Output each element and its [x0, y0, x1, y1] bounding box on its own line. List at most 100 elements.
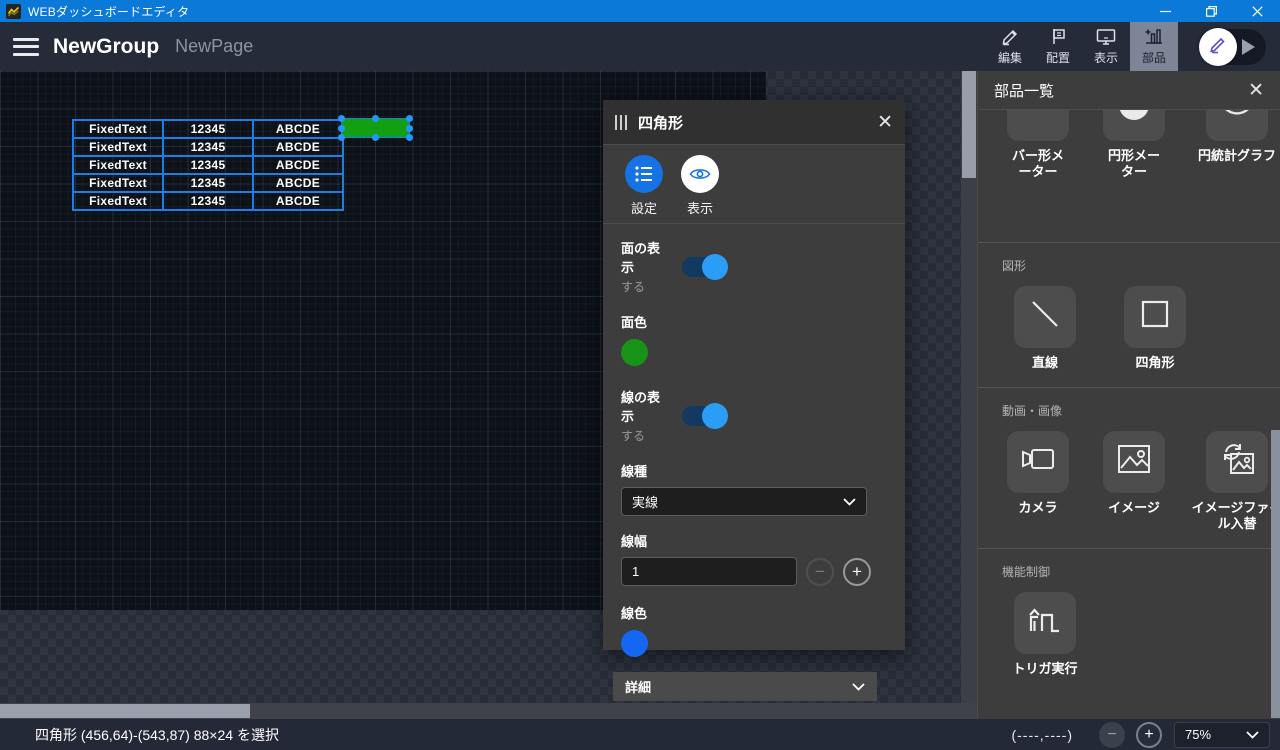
parts-panel-title: 部品一覧: [994, 80, 1054, 101]
zoom-level-select[interactable]: 75%: [1174, 722, 1270, 748]
ring-chart-icon: [1220, 110, 1254, 129]
line-type-value: 実線: [632, 492, 658, 511]
menu-icon[interactable]: [13, 36, 39, 58]
selection-handle[interactable]: [338, 134, 345, 141]
edit-mode-knob: [1199, 28, 1237, 66]
dialog-header[interactable]: 四角形 ✕: [603, 100, 905, 145]
tab-display-label: 表示: [687, 198, 713, 217]
tile-image-swap[interactable]: [1206, 431, 1268, 493]
chevron-down-icon: [852, 679, 865, 694]
selection-handle[interactable]: [338, 125, 345, 132]
fill-color-label: 面色: [621, 312, 883, 331]
window-title: WEBダッシュボードエディタ: [28, 3, 189, 20]
minimize-button[interactable]: [1142, 0, 1188, 22]
shape-property-dialog: 四角形 ✕ 設定 表示 面の表示 する: [603, 100, 905, 650]
fixed-text-table[interactable]: FixedText12345ABCDE FixedText12345ABCDE …: [72, 119, 344, 211]
layout-tool-button[interactable]: 配置: [1034, 22, 1082, 71]
table-row[interactable]: FixedText12345ABCDE: [73, 156, 343, 174]
tab-settings[interactable]: 設定: [625, 155, 663, 223]
zoom-out-button[interactable]: −: [1099, 722, 1125, 748]
view-tool-label: 表示: [1094, 49, 1118, 66]
status-bar: 四角形 (456,64)-(543,87) 88×24 を選択 (----,--…: [0, 719, 1280, 750]
parts-chart-icon: [1144, 27, 1164, 46]
section-media-label: 動画・画像: [978, 388, 1280, 419]
line-width-increase-button[interactable]: +: [843, 558, 871, 586]
tile-trigger-label: トリガ実行: [1012, 661, 1077, 677]
tile-image-swap-label: イメージファイル入替: [1191, 500, 1280, 533]
tile-rectangle-label: 四角形: [1135, 355, 1174, 371]
selection-handle[interactable]: [338, 115, 345, 122]
vertical-scrollbar-thumb[interactable]: [962, 71, 976, 178]
tile-bar-meter[interactable]: [1007, 110, 1069, 141]
canvas-horizontal-scrollbar[interactable]: [0, 703, 977, 719]
group-name: NewGroup: [53, 35, 159, 59]
fill-color-swatch[interactable]: [621, 339, 648, 366]
section-function-label: 機能制御: [978, 549, 1280, 580]
fill-show-toggle[interactable]: [682, 254, 728, 280]
zoom-in-button[interactable]: +: [1136, 722, 1162, 748]
edit-run-mode-toggle[interactable]: [1200, 29, 1266, 65]
fill-show-label: 面の表示: [621, 238, 669, 276]
page-name: NewPage: [175, 36, 253, 57]
line-type-select[interactable]: 実線: [621, 487, 867, 516]
tile-image[interactable]: [1103, 431, 1165, 493]
dialog-close-icon[interactable]: ✕: [877, 113, 893, 132]
parts-tool-label: 部品: [1142, 49, 1166, 66]
line-type-label: 線種: [621, 461, 883, 480]
drag-grip-icon[interactable]: [615, 115, 627, 130]
selection-status-text: 四角形 (456,64)-(543,87) 88×24 を選択: [35, 725, 279, 745]
detail-expander[interactable]: 詳細: [613, 672, 877, 701]
parts-panel-close-icon[interactable]: ✕: [1248, 81, 1264, 100]
detail-label: 詳細: [625, 677, 651, 696]
trigger-icon: [1028, 607, 1062, 640]
tile-rectangle[interactable]: [1124, 286, 1186, 348]
tile-ring-chart[interactable]: [1206, 110, 1268, 141]
table-row[interactable]: FixedText12345ABCDE: [73, 192, 343, 210]
selected-rectangle[interactable]: [342, 119, 409, 137]
line-color-swatch[interactable]: [621, 630, 648, 657]
chevron-down-icon: [1246, 727, 1259, 742]
selection-handle[interactable]: [406, 134, 413, 141]
image-swap-icon: [1219, 442, 1255, 481]
line-width-decrease-button[interactable]: −: [806, 558, 834, 586]
line-width-input[interactable]: [621, 557, 797, 586]
line-color-label: 線色: [621, 603, 883, 622]
tile-line[interactable]: [1014, 286, 1076, 348]
tile-camera[interactable]: [1007, 431, 1069, 493]
line-show-toggle[interactable]: [682, 403, 728, 429]
camera-icon: [1020, 447, 1056, 476]
cursor-coordinates: (----,----): [1011, 727, 1073, 743]
tile-trigger[interactable]: [1014, 592, 1076, 654]
tile-bar-meter-label: バー形メーター: [1006, 148, 1070, 181]
app-header: NewGroup NewPage 編集 配置 表示 部品: [0, 22, 1280, 71]
section-shapes-label: 図形: [978, 243, 1280, 274]
horizontal-scrollbar-thumb[interactable]: [0, 704, 250, 718]
tile-circle-meter[interactable]: [1103, 110, 1165, 141]
selection-handle[interactable]: [406, 115, 413, 122]
layout-icon: [1049, 27, 1068, 46]
selection-handle[interactable]: [372, 134, 379, 141]
tile-circle-meter-label: 円形メーター: [1102, 148, 1166, 181]
canvas-vertical-scrollbar[interactable]: [961, 71, 977, 703]
dialog-title: 四角形: [638, 112, 683, 133]
rectangle-icon: [1138, 297, 1172, 336]
app-logo-icon: [6, 4, 21, 19]
tab-settings-label: 設定: [631, 198, 657, 217]
tab-display[interactable]: 表示: [681, 155, 719, 223]
table-row[interactable]: FixedText12345ABCDE: [73, 138, 343, 156]
line-show-label: 線の表示: [621, 387, 669, 425]
close-button[interactable]: [1234, 0, 1280, 22]
parts-tool-button[interactable]: 部品: [1130, 22, 1178, 71]
tile-line-label: 直線: [1032, 355, 1058, 371]
parts-list-panel: 部品一覧 ✕ バー形メーター 円形メーター 円統計グラフ 図形: [977, 71, 1280, 719]
title-bar: WEBダッシュボードエディタ: [0, 0, 1280, 22]
restore-button[interactable]: [1188, 0, 1234, 22]
selection-handle[interactable]: [372, 115, 379, 122]
table-row[interactable]: FixedText12345ABCDE: [73, 174, 343, 192]
settings-list-icon: [625, 155, 663, 193]
panel-scrollbar-thumb[interactable]: [1271, 430, 1280, 718]
edit-tool-button[interactable]: 編集: [986, 22, 1034, 71]
table-row[interactable]: FixedText12345ABCDE: [73, 120, 343, 138]
selection-handle[interactable]: [406, 125, 413, 132]
view-tool-button[interactable]: 表示: [1082, 22, 1130, 71]
